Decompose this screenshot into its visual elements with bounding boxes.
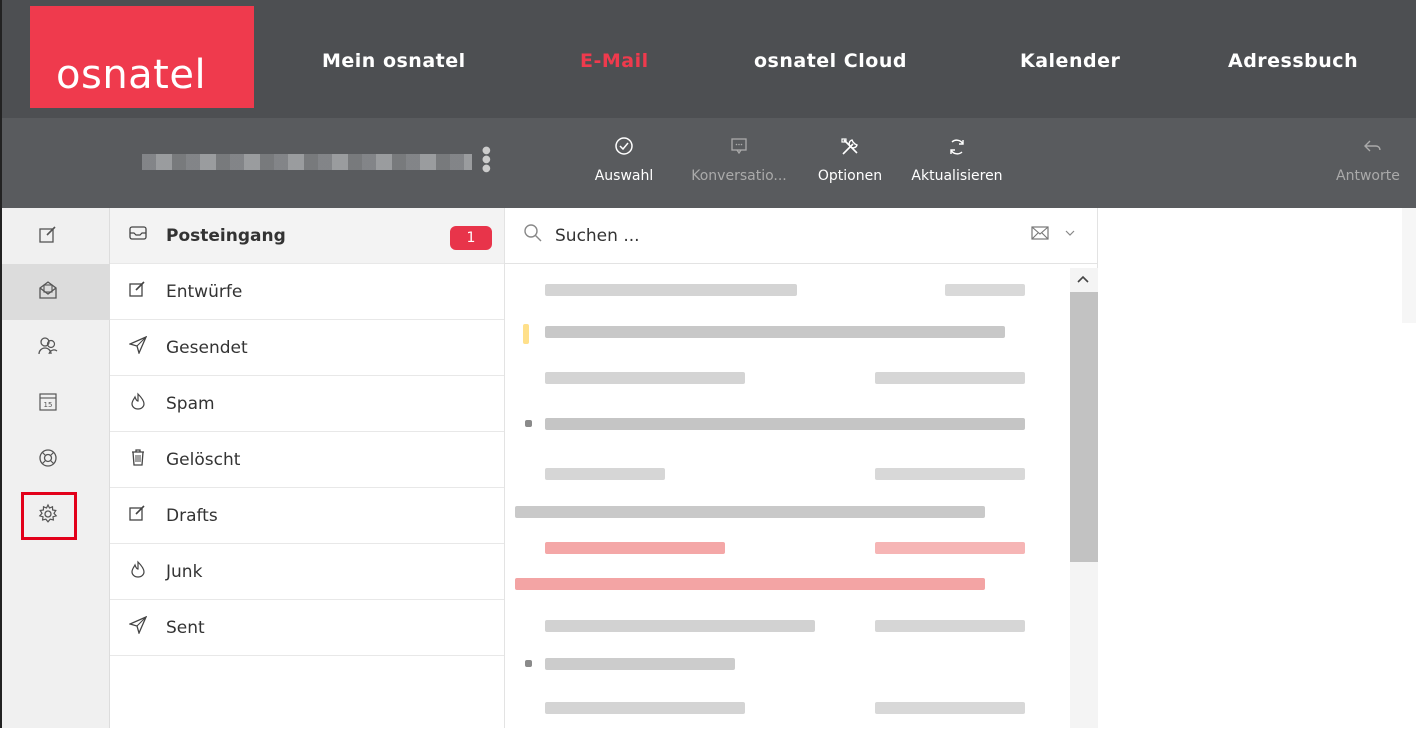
refresh-icon bbox=[902, 136, 1012, 158]
envelope-filter-icon[interactable] bbox=[1031, 226, 1049, 244]
search-input[interactable]: Suchen ... bbox=[555, 226, 640, 246]
reply-icon bbox=[1362, 136, 1416, 158]
inbox-icon bbox=[110, 225, 166, 246]
top-header: osnatel Mein osnatel E-Mail osnatel Clou… bbox=[0, 0, 1416, 118]
unread-badge: 1 bbox=[450, 226, 492, 250]
nav-email[interactable]: E-Mail bbox=[580, 50, 649, 72]
nav-kalender[interactable]: Kalender bbox=[1020, 50, 1120, 72]
folder-entwuerfe[interactable]: Entwürfe bbox=[110, 264, 504, 320]
folder-spam[interactable]: Spam bbox=[110, 376, 504, 432]
drafts-icon bbox=[110, 280, 166, 303]
calendar-icon: 15 bbox=[34, 388, 62, 416]
mail-icon bbox=[34, 276, 62, 304]
aktualisieren-button[interactable]: Aktualisieren bbox=[902, 136, 1012, 184]
folder-list: Posteingang 1 Entwürfe Gesendet Spam Gel… bbox=[110, 208, 505, 728]
settings-icon bbox=[34, 500, 62, 528]
folder-posteingang[interactable]: Posteingang 1 bbox=[110, 208, 504, 264]
rail-compose[interactable] bbox=[2, 208, 110, 264]
search-icon bbox=[523, 223, 543, 248]
scroll-up-icon[interactable] bbox=[1077, 272, 1089, 286]
drafts-icon bbox=[110, 504, 166, 527]
mail-toolbar: ● ● ● Auswahl Konversatio... Optionen Aktu… bbox=[0, 118, 1416, 208]
send-icon bbox=[110, 615, 166, 639]
osnatel-logo[interactable]: osnatel bbox=[30, 6, 254, 108]
app-rail: 15 bbox=[0, 208, 110, 728]
account-menu-icon[interactable]: ● ● ● bbox=[482, 146, 491, 174]
tools-icon bbox=[810, 136, 890, 158]
rail-settings[interactable] bbox=[2, 488, 110, 544]
nav-mein-osnatel[interactable]: Mein osnatel bbox=[322, 50, 466, 72]
optionen-button[interactable]: Optionen bbox=[810, 136, 890, 184]
folder-geloescht[interactable]: Gelöscht bbox=[110, 432, 504, 488]
rail-mail[interactable] bbox=[2, 264, 110, 320]
logo-text: osnatel bbox=[56, 52, 207, 98]
help-icon bbox=[34, 444, 62, 472]
contacts-icon bbox=[34, 332, 62, 360]
nav-adressbuch[interactable]: Adressbuch bbox=[1228, 50, 1358, 72]
spam-icon bbox=[110, 392, 166, 415]
calendar-day: 15 bbox=[44, 401, 53, 409]
check-circle-icon bbox=[592, 136, 656, 158]
message-list: Suchen ... bbox=[505, 208, 1098, 728]
scrollbar-thumb[interactable] bbox=[1070, 292, 1098, 562]
rail-help[interactable] bbox=[2, 432, 110, 488]
search-bar[interactable]: Suchen ... bbox=[505, 208, 1097, 264]
compose-icon bbox=[34, 220, 62, 248]
reading-pane-edge bbox=[1402, 208, 1416, 323]
rail-contacts[interactable] bbox=[2, 320, 110, 376]
message-row[interactable] bbox=[505, 686, 1067, 742]
auswahl-button[interactable]: Auswahl bbox=[592, 136, 656, 184]
konversation-button[interactable]: Konversatio... bbox=[680, 136, 798, 184]
folder-gesendet[interactable]: Gesendet bbox=[110, 320, 504, 376]
trash-icon bbox=[110, 448, 166, 471]
rail-calendar[interactable]: 15 bbox=[2, 376, 110, 432]
spam-icon bbox=[110, 560, 166, 583]
account-address-blurred bbox=[142, 154, 472, 170]
send-icon bbox=[110, 335, 166, 359]
folder-junk[interactable]: Junk bbox=[110, 544, 504, 600]
nav-osnatel-cloud[interactable]: osnatel Cloud bbox=[754, 50, 907, 72]
antworten-button[interactable]: Antworte bbox=[1336, 136, 1416, 184]
reading-pane bbox=[1098, 208, 1416, 728]
chat-bubble-icon bbox=[680, 136, 798, 158]
folder-drafts[interactable]: Drafts bbox=[110, 488, 504, 544]
folder-sent[interactable]: Sent bbox=[110, 600, 504, 656]
chevron-down-icon[interactable] bbox=[1065, 226, 1075, 240]
